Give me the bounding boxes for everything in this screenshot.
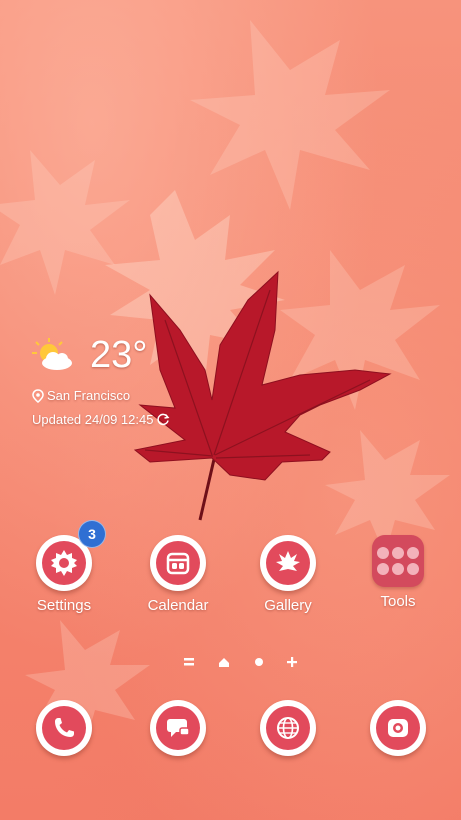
calendar-icon-inner [156, 541, 200, 585]
app-label-gallery: Gallery [264, 597, 312, 614]
app-gallery[interactable]: Gallery [238, 535, 338, 614]
updated-row: Updated 24/09 12:45 [32, 412, 170, 427]
app-tools-folder[interactable]: Tools [348, 533, 448, 610]
gallery-icon-inner [266, 541, 310, 585]
location-row: San Francisco [32, 388, 130, 403]
internet-icon-inner [266, 706, 310, 750]
calendar-icon [166, 552, 190, 575]
refresh-icon[interactable] [157, 413, 170, 426]
dock-internet[interactable] [258, 700, 318, 760]
app-label-settings: Settings [36, 597, 92, 614]
camera-icon [388, 719, 408, 737]
gallery-icon-bg [260, 535, 316, 591]
folder-app-icon [407, 547, 419, 559]
dock-camera[interactable] [368, 700, 428, 760]
maple-leaf-illustration [133, 270, 392, 521]
calendar-icon-bg [150, 535, 206, 591]
phone-icon-bg [36, 700, 92, 756]
phone-icon-inner [42, 706, 86, 750]
folder-app-icon [392, 563, 404, 575]
page-indicator[interactable] [180, 656, 300, 670]
home-page-icon[interactable] [218, 656, 230, 668]
updated-time: Updated 24/09 12:45 [32, 412, 154, 427]
internet-globe-icon [277, 717, 299, 739]
folder-app-icon [407, 563, 419, 575]
gallery-leaf-icon [276, 551, 300, 574]
messages-icon-bg [150, 700, 206, 756]
dock-messages[interactable] [148, 700, 208, 760]
page-dot-icon[interactable] [254, 656, 264, 668]
home-screen: 23° San Francisco Updated 24/09 12:45 Se… [0, 0, 461, 820]
messages-icon [167, 719, 190, 737]
folder-app-icon [392, 547, 404, 559]
camera-icon-bg [370, 700, 426, 756]
app-calendar[interactable]: Calendar [128, 535, 228, 614]
add-page-icon[interactable] [286, 656, 298, 668]
app-label-calendar: Calendar [147, 597, 209, 614]
internet-icon-bg [260, 700, 316, 756]
camera-icon-inner [376, 706, 420, 750]
settings-icon-inner [42, 541, 86, 585]
settings-gear-icon [51, 550, 77, 576]
temperature: 23° [90, 334, 148, 376]
phone-icon [55, 718, 74, 737]
app-label-tools: Tools [380, 593, 416, 610]
folder-app-icon [377, 563, 389, 575]
folder-app-icon [377, 547, 389, 559]
tools-folder-icon [372, 535, 424, 587]
dock-phone[interactable] [34, 700, 94, 760]
location-name: San Francisco [47, 388, 131, 403]
location-pin-icon [32, 388, 44, 403]
notification-badge: 3 [78, 520, 106, 548]
partly-sunny-icon [32, 338, 72, 370]
menu-lines-icon[interactable] [184, 656, 194, 668]
messages-icon-inner [156, 706, 200, 750]
app-settings[interactable]: Settings [14, 535, 114, 614]
